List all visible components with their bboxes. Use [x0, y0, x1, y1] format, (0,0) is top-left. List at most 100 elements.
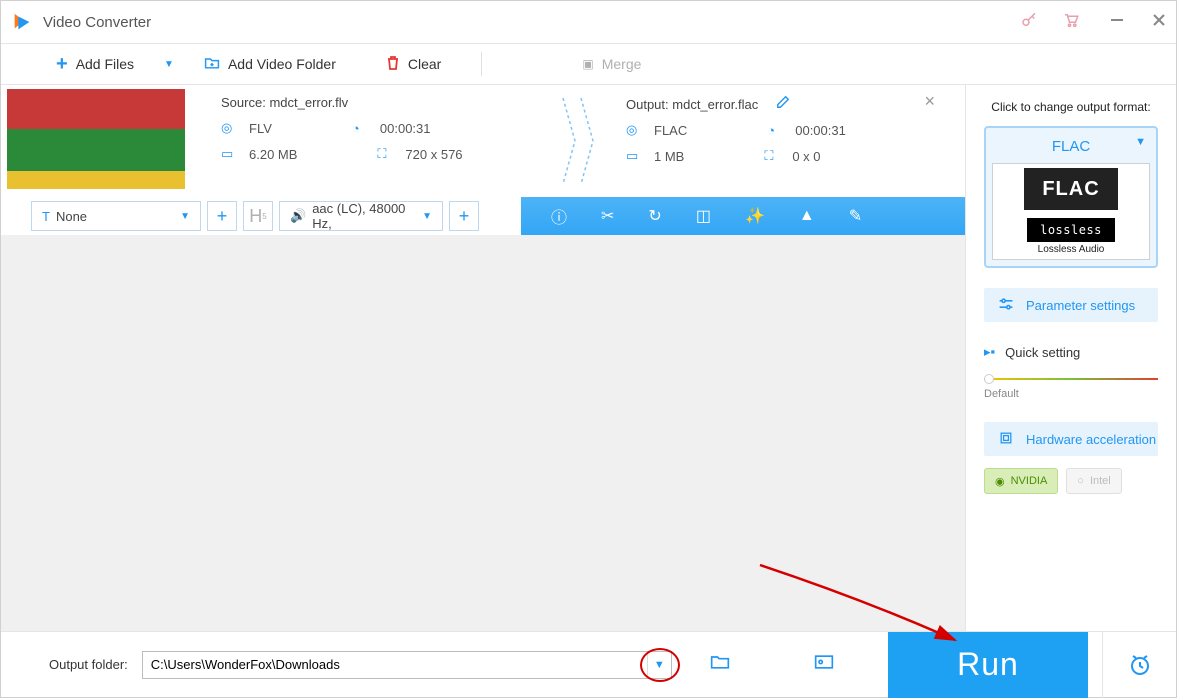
app-title: Video Converter — [43, 14, 151, 31]
cut-icon[interactable]: ✂ — [601, 206, 614, 226]
add-files-button[interactable]: + Add Files — [56, 53, 134, 76]
arrow-forward — [560, 85, 578, 197]
effects-icon[interactable]: ✨ — [745, 206, 765, 226]
source-filename: mdct_error.flv — [269, 95, 348, 110]
output-folder-dropdown[interactable]: ▼ — [647, 652, 671, 678]
output-resolution: ⛶0 x 0 — [764, 148, 820, 164]
format-badge: FLAC — [1024, 168, 1118, 210]
output-folder-field-wrap: ▼ — [142, 651, 672, 679]
edit-icon[interactable]: ✎ — [849, 206, 862, 226]
app-logo — [11, 11, 33, 33]
source-resolution: ⛶720 x 576 — [377, 146, 462, 162]
add-folder-label: Add Video Folder — [228, 56, 336, 72]
lossless-mark: lossless — [1027, 218, 1115, 242]
chip-icon — [998, 430, 1014, 449]
output-folder-label: Output folder: — [49, 657, 128, 672]
video-thumbnail[interactable] — [7, 89, 185, 189]
source-format: ◎FLV — [221, 120, 272, 136]
hardware-accel-button[interactable]: Hardware acceleration — [984, 422, 1158, 456]
dimensions-icon: ⛶ — [377, 146, 395, 162]
bottom-bar: Output folder: ▼ Run — [1, 631, 1176, 697]
run-button[interactable]: Run — [888, 632, 1088, 698]
file-list-area: Source: mdct_error.flv ◎FLV ◔00:00:31 ▭6… — [1, 85, 966, 631]
output-filename: mdct_error.flac — [672, 97, 758, 112]
audio-track-dropdown[interactable]: 🔊 aac (LC), 48000 Hz, ▼ — [279, 201, 443, 231]
intel-icon: ○ — [1077, 475, 1084, 487]
intel-badge[interactable]: ○Intel — [1066, 468, 1121, 494]
output-label: Output: — [626, 97, 669, 112]
dimensions-icon: ⛶ — [764, 148, 782, 164]
hw-accel-label: Hardware acceleration — [1026, 432, 1156, 447]
source-label: Source: — [221, 95, 266, 110]
close-button[interactable] — [1152, 13, 1166, 32]
nvidia-badge[interactable]: ◉NVIDIA — [984, 468, 1058, 494]
arrow-forward-2 — [578, 85, 596, 197]
main-toolbar: + Add Files ▼ Add Video Folder Clear ▣ M… — [1, 43, 1176, 85]
browse-button[interactable] — [814, 654, 834, 675]
open-folder-button[interactable] — [710, 654, 730, 675]
crop-icon[interactable]: ◫ — [696, 206, 711, 226]
add-subtitle-button[interactable]: + — [207, 201, 237, 231]
output-format: ◎FLAC — [626, 122, 687, 138]
info-icon[interactable]: ⓘ — [551, 204, 567, 228]
disc-icon: ◎ — [626, 122, 644, 138]
output-panel: × Output: mdct_error.flac ◎FLAC ◔00:00:3… — [596, 85, 965, 197]
main-area: Source: mdct_error.flv ◎FLV ◔00:00:31 ▭6… — [1, 85, 1176, 631]
output-sidebar: Click to change output format: FLAC ▼ FL… — [966, 85, 1176, 631]
add-folder-button[interactable]: Add Video Folder — [204, 56, 336, 73]
hardcode-subtitle-button[interactable]: H5 — [243, 201, 273, 231]
clock-icon: ◔ — [352, 121, 370, 136]
param-label: Parameter settings — [1026, 298, 1135, 313]
quick-setting-icon: ▸▪ — [984, 344, 995, 360]
plus-icon: + — [56, 53, 68, 76]
chevron-down-icon: ▼ — [422, 211, 432, 222]
parameter-settings-button[interactable]: Parameter settings — [984, 288, 1158, 322]
quality-slider[interactable] — [984, 372, 1158, 386]
edit-output-button[interactable] — [776, 96, 790, 112]
clear-label: Clear — [408, 56, 441, 72]
lossless-sub: Lossless Audio — [1038, 244, 1105, 255]
clear-button[interactable]: Clear — [386, 55, 441, 74]
remove-item-button[interactable]: × — [924, 91, 935, 112]
output-folder-input[interactable] — [143, 652, 647, 678]
cart-icon[interactable] — [1062, 11, 1080, 34]
clock-icon: ◔ — [767, 123, 785, 138]
titlebar: Video Converter — [1, 1, 1176, 43]
merge-button[interactable]: ▣ Merge — [582, 56, 641, 72]
add-files-label: Add Files — [76, 56, 134, 72]
subtitle-option: None — [56, 209, 87, 224]
add-files-dropdown-caret[interactable]: ▼ — [164, 59, 174, 70]
format-title: FLAC — [992, 134, 1150, 163]
source-panel: Source: mdct_error.flv ◎FLV ◔00:00:31 ▭6… — [191, 85, 560, 197]
merge-label: Merge — [602, 56, 642, 72]
chevron-down-icon: ▼ — [1135, 136, 1146, 148]
rotate-icon[interactable]: ↻ — [648, 206, 661, 226]
empty-list-area — [1, 235, 965, 631]
folder-icon: ▭ — [221, 146, 239, 162]
slider-thumb[interactable] — [984, 374, 994, 384]
text-icon: T — [42, 209, 50, 224]
sliders-icon — [998, 297, 1014, 314]
source-duration: ◔00:00:31 — [352, 120, 431, 136]
minimize-button[interactable] — [1110, 13, 1124, 32]
slider-default-label: Default — [984, 388, 1158, 400]
add-audio-button[interactable]: + — [449, 201, 479, 231]
output-duration: ◔00:00:31 — [767, 122, 846, 138]
schedule-button[interactable] — [1102, 632, 1176, 698]
file-item: Source: mdct_error.flv ◎FLV ◔00:00:31 ▭6… — [1, 85, 965, 197]
quick-setting-label: ▸▪ Quick setting — [984, 344, 1158, 360]
merge-icon: ▣ — [582, 57, 593, 71]
chevron-down-icon: ▼ — [180, 211, 190, 222]
key-icon[interactable] — [1020, 11, 1038, 34]
source-size: ▭6.20 MB — [221, 146, 297, 162]
app-window: Video Converter + Add Files ▼ — [0, 0, 1177, 698]
folder-plus-icon — [204, 56, 220, 73]
watermark-icon[interactable]: ▲ — [799, 207, 815, 225]
subtitle-dropdown[interactable]: T None ▼ — [31, 201, 201, 231]
folder-icon: ▭ — [626, 148, 644, 164]
file-details: Source: mdct_error.flv ◎FLV ◔00:00:31 ▭6… — [191, 85, 965, 197]
trash-icon — [386, 55, 400, 74]
output-format-selector[interactable]: FLAC ▼ FLAC lossless Lossless Audio — [984, 126, 1158, 268]
output-size: ▭1 MB — [626, 148, 684, 164]
audio-option: aac (LC), 48000 Hz, — [312, 201, 422, 231]
